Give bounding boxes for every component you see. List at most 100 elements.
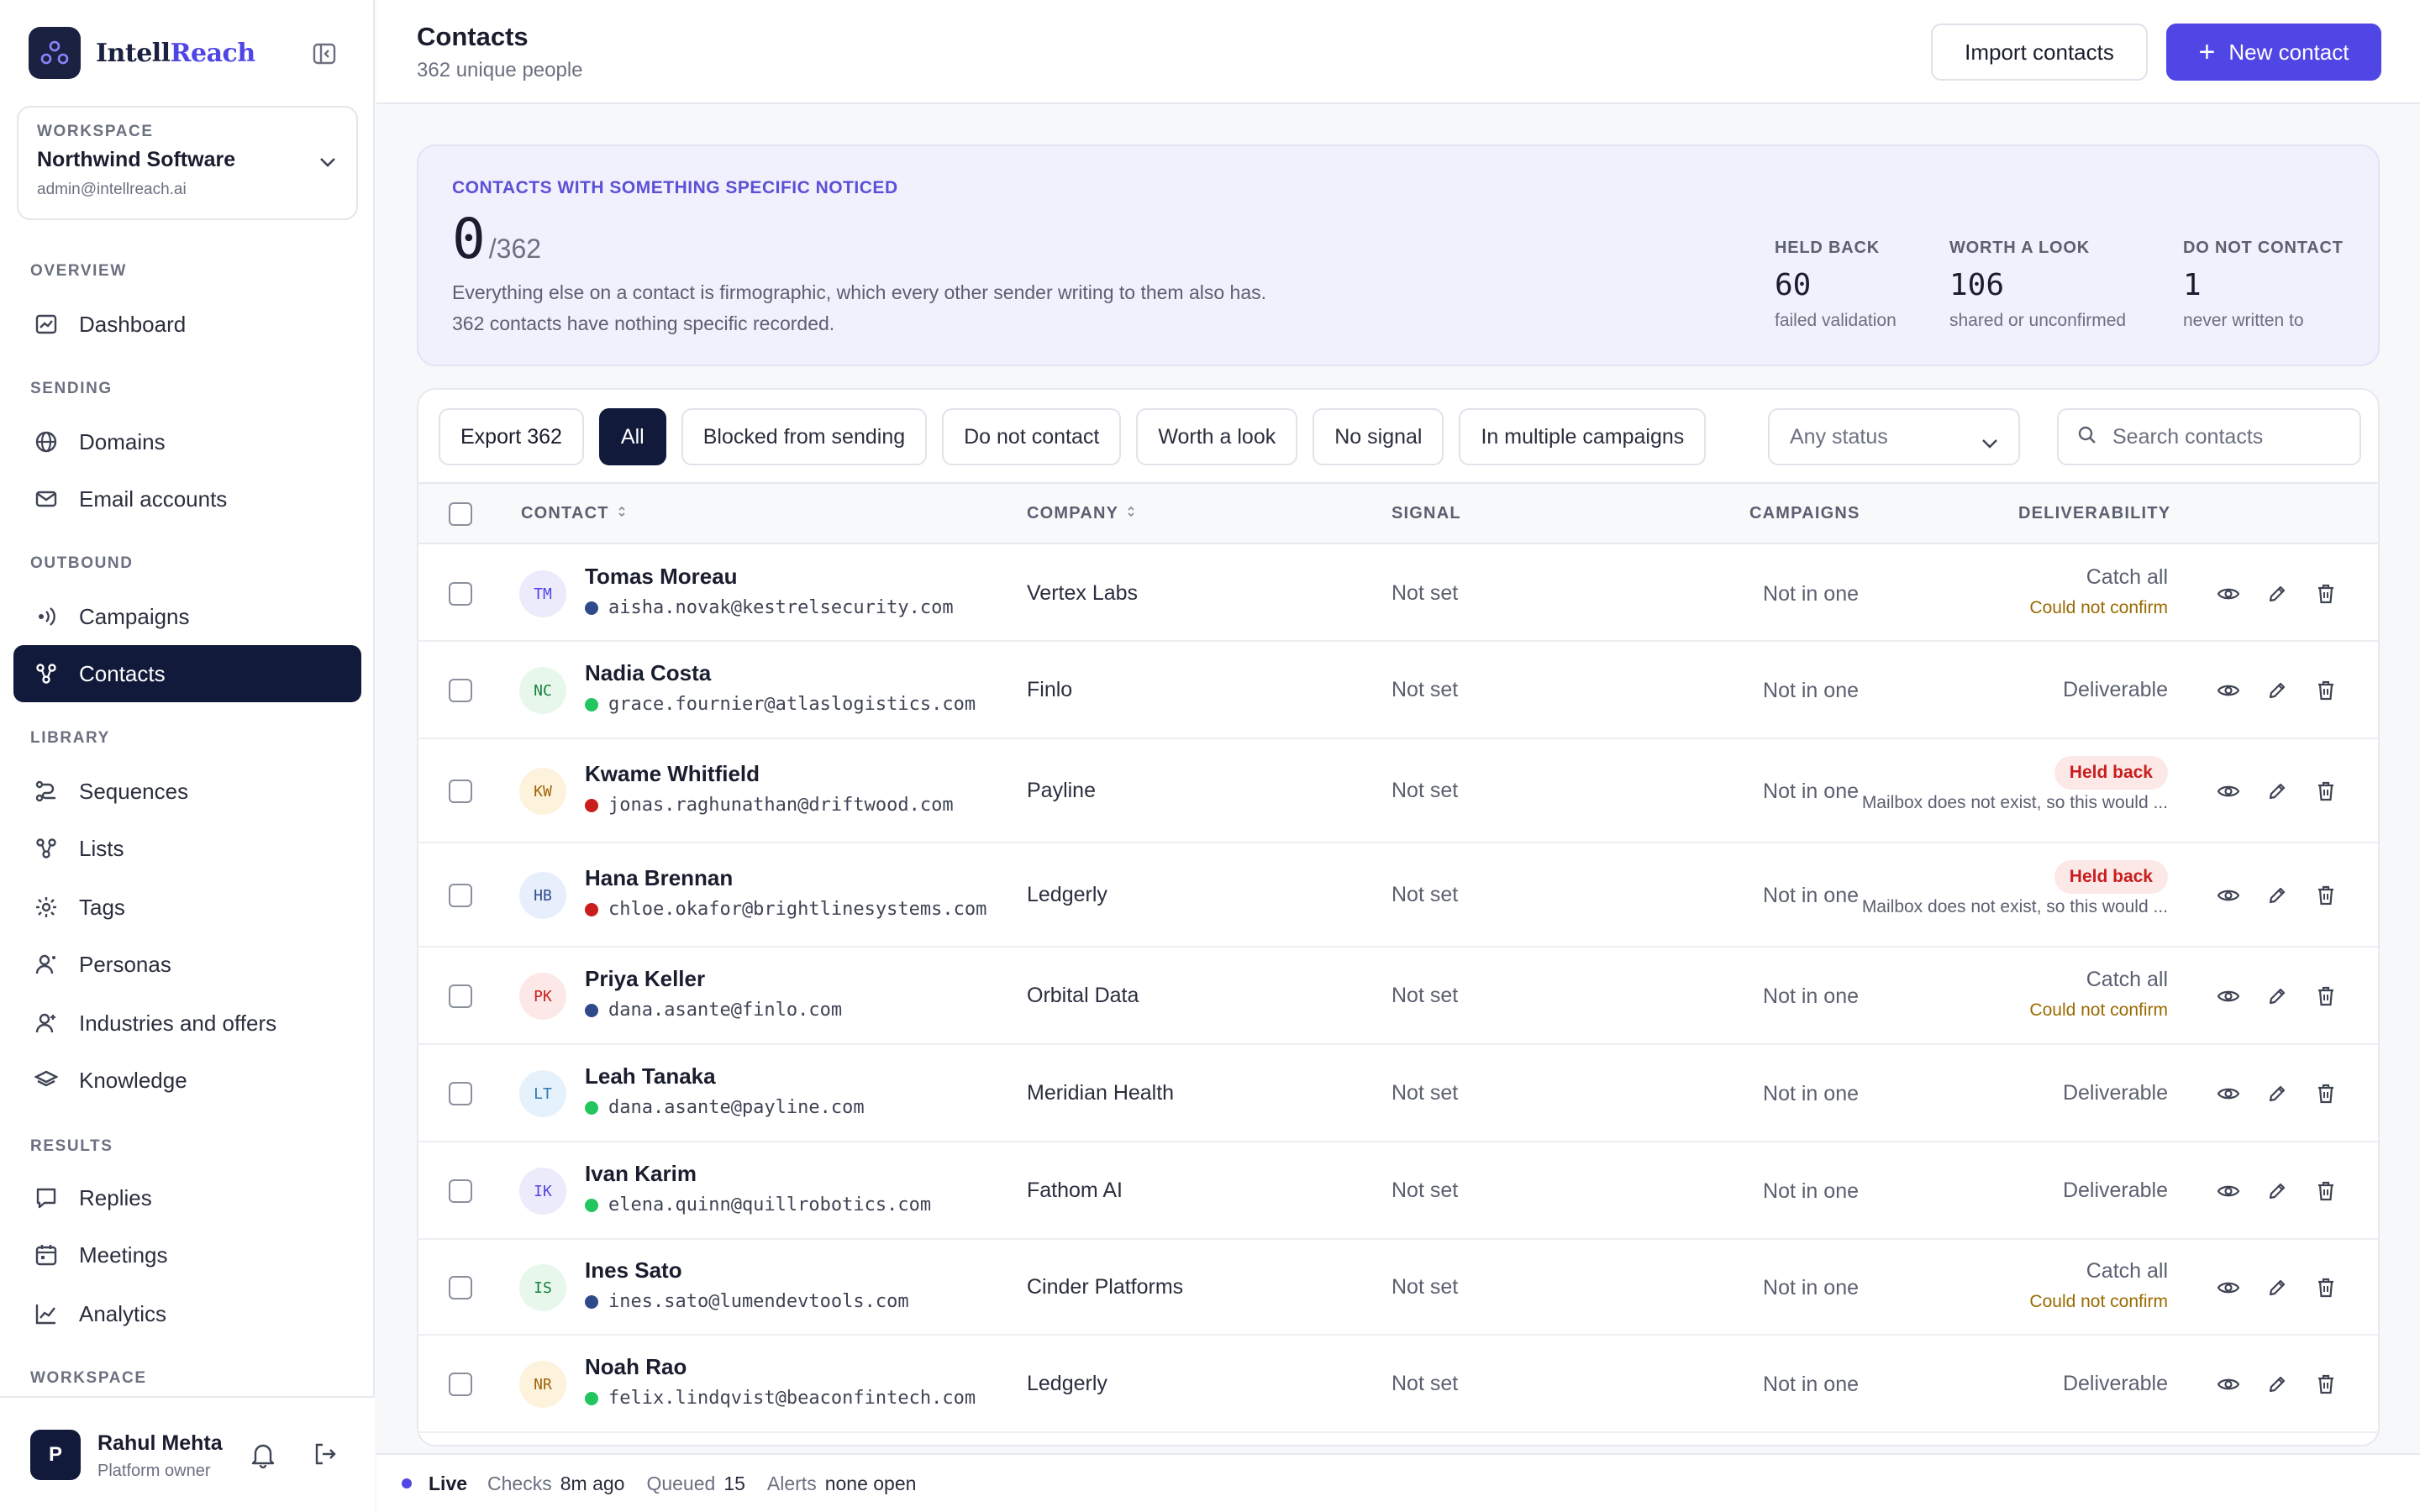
- sidebar-item-campaigns[interactable]: Campaigns: [13, 588, 361, 645]
- logout-icon[interactable]: [313, 1441, 338, 1471]
- table-row[interactable]: KW Kwame Whitfield jonas.raghunathan@drift…: [418, 739, 2378, 843]
- bell-icon[interactable]: [250, 1441, 276, 1473]
- eye-icon[interactable]: [2213, 1369, 2244, 1399]
- table-row[interactable]: TM Tomas Moreau aisha.novak@kestrelsecurit…: [418, 546, 2378, 642]
- filter-do-not-contact[interactable]: Do not contact: [942, 408, 1122, 465]
- workspace-switcher[interactable]: WORKSPACE Northwind Software admin@intel…: [17, 106, 358, 220]
- sidebar-item-meetings[interactable]: Meetings: [13, 1226, 361, 1284]
- contact-name[interactable]: Ines Sato: [585, 1257, 682, 1284]
- contact-name[interactable]: Noah Rao: [585, 1354, 687, 1380]
- eye-icon[interactable]: [2213, 880, 2244, 911]
- column-contact[interactable]: CONTACT: [521, 504, 626, 523]
- row-checkbox[interactable]: [449, 1373, 472, 1396]
- table-row[interactable]: IS Ines Sato ines.sato@lumendevtools.com Ci…: [418, 1240, 2378, 1336]
- edit-icon[interactable]: [2262, 579, 2292, 609]
- edit-icon[interactable]: [2262, 1079, 2292, 1109]
- workspace-name: Northwind Software: [37, 148, 236, 171]
- table-row[interactable]: HB Hana Brennan chloe.okafor@brightlinesys…: [418, 843, 2378, 948]
- table-row[interactable]: PK Priya Keller dana.asante@finlo.com Orbit…: [418, 948, 2378, 1045]
- row-checkbox[interactable]: [449, 679, 472, 702]
- sidebar-item-email-accounts[interactable]: Email accounts: [13, 470, 361, 528]
- sidebar-item-replies[interactable]: Replies: [13, 1169, 361, 1226]
- row-checkbox[interactable]: [449, 884, 472, 907]
- edit-icon[interactable]: [2262, 880, 2292, 911]
- filter-blocked[interactable]: Blocked from sending: [681, 408, 928, 465]
- eye-icon[interactable]: [2213, 776, 2244, 806]
- sidebar-item-label: Analytics: [79, 1300, 167, 1326]
- contact-name[interactable]: Ivan Karim: [585, 1161, 697, 1187]
- eye-icon[interactable]: [2213, 981, 2244, 1011]
- trash-icon[interactable]: [2311, 1176, 2341, 1206]
- status-select[interactable]: Any status: [1768, 408, 2020, 465]
- sidebar-item-sequences[interactable]: Sequences: [13, 763, 361, 820]
- search-input[interactable]: [2112, 424, 2348, 449]
- eye-icon[interactable]: [2213, 1273, 2244, 1303]
- eye-icon[interactable]: [2213, 1079, 2244, 1109]
- import-contacts-button[interactable]: Import contacts: [1931, 24, 2148, 81]
- edit-icon[interactable]: [2262, 675, 2292, 706]
- stats-count-total: /362: [488, 234, 542, 264]
- table-row[interactable]: NC Nadia Costa grace.fournier@atlaslogisti…: [418, 642, 2378, 739]
- row-actions: [2213, 1176, 2360, 1206]
- export-button[interactable]: Export 362: [439, 408, 584, 465]
- page-subtitle: 362 unique people: [417, 59, 583, 81]
- trash-icon[interactable]: [2311, 675, 2341, 706]
- contact-name[interactable]: Hana Brennan: [585, 865, 733, 891]
- contact-name[interactable]: Leah Tanaka: [585, 1063, 716, 1089]
- row-checkbox[interactable]: [449, 1179, 472, 1203]
- edit-icon[interactable]: [2262, 1369, 2292, 1399]
- filter-multiple-campaigns[interactable]: In multiple campaigns: [1459, 408, 1707, 465]
- avatar[interactable]: P: [30, 1430, 81, 1480]
- metric-sub: shared or unconfirmed: [1949, 311, 2127, 330]
- trash-icon[interactable]: [2311, 579, 2341, 609]
- workspace-label: WORKSPACE: [37, 123, 154, 140]
- contact-name[interactable]: Tomas Moreau: [585, 564, 738, 590]
- sidebar-item-domains[interactable]: Domains: [13, 413, 361, 470]
- column-company[interactable]: COMPANY: [1027, 504, 1135, 523]
- table-row[interactable]: IK Ivan Karim elena.quinn@quillrobotics.co…: [418, 1142, 2378, 1240]
- trash-icon[interactable]: [2311, 1273, 2341, 1303]
- eye-icon[interactable]: [2213, 1176, 2244, 1206]
- trash-icon[interactable]: [2311, 981, 2341, 1011]
- trash-icon[interactable]: [2311, 1369, 2341, 1399]
- trash-icon[interactable]: [2311, 1079, 2341, 1109]
- sidebar-item-contacts[interactable]: Contacts: [13, 645, 361, 702]
- brand[interactable]: IntellReach: [29, 27, 255, 79]
- contact-name[interactable]: Nadia Costa: [585, 660, 711, 686]
- avatar: IK: [519, 1168, 566, 1215]
- table-row[interactable]: NR Noah Rao felix.lindqvist@beaconfintech.…: [418, 1336, 2378, 1433]
- eye-icon[interactable]: [2213, 675, 2244, 706]
- trash-icon[interactable]: [2311, 776, 2341, 806]
- row-checkbox[interactable]: [449, 780, 472, 803]
- edit-icon[interactable]: [2262, 981, 2292, 1011]
- sidebar-item-dashboard[interactable]: Dashboard: [13, 296, 361, 353]
- row-checkbox[interactable]: [449, 984, 472, 1008]
- edit-icon[interactable]: [2262, 1176, 2292, 1206]
- edit-icon[interactable]: [2262, 1273, 2292, 1303]
- sidebar-item-personas[interactable]: Personas: [13, 936, 361, 993]
- row-checkbox[interactable]: [449, 1082, 472, 1105]
- edit-icon[interactable]: [2262, 776, 2292, 806]
- table-row[interactable]: LT Leah Tanaka dana.asante@payline.com Meri…: [418, 1045, 2378, 1142]
- eye-icon[interactable]: [2213, 579, 2244, 609]
- filter-no-signal[interactable]: No signal: [1313, 408, 1444, 465]
- chevron-down-icon: [1981, 430, 1998, 454]
- status-dot: [585, 697, 598, 711]
- filter-worth-a-look[interactable]: Worth a look: [1136, 408, 1298, 465]
- row-checkbox[interactable]: [449, 1276, 472, 1299]
- filter-all[interactable]: All: [598, 408, 666, 465]
- sidebar-item-tags[interactable]: Tags: [13, 879, 361, 936]
- sidebar-item-industries[interactable]: Industries and offers: [13, 995, 361, 1052]
- trash-icon[interactable]: [2311, 880, 2341, 911]
- column-label: DELIVERABILITY: [2018, 504, 2171, 522]
- search-box[interactable]: [2057, 408, 2361, 465]
- contact-name[interactable]: Priya Keller: [585, 966, 705, 992]
- sidebar-collapse-icon[interactable]: [311, 40, 338, 67]
- sidebar-item-lists[interactable]: Lists: [13, 820, 361, 877]
- select-all-checkbox[interactable]: [449, 502, 472, 526]
- sidebar-item-analytics[interactable]: Analytics: [13, 1285, 361, 1342]
- new-contact-button[interactable]: + New contact: [2166, 24, 2381, 81]
- sidebar-item-knowledge[interactable]: Knowledge: [13, 1052, 361, 1109]
- contact-name[interactable]: Kwame Whitfield: [585, 761, 760, 787]
- row-checkbox[interactable]: [449, 582, 472, 606]
